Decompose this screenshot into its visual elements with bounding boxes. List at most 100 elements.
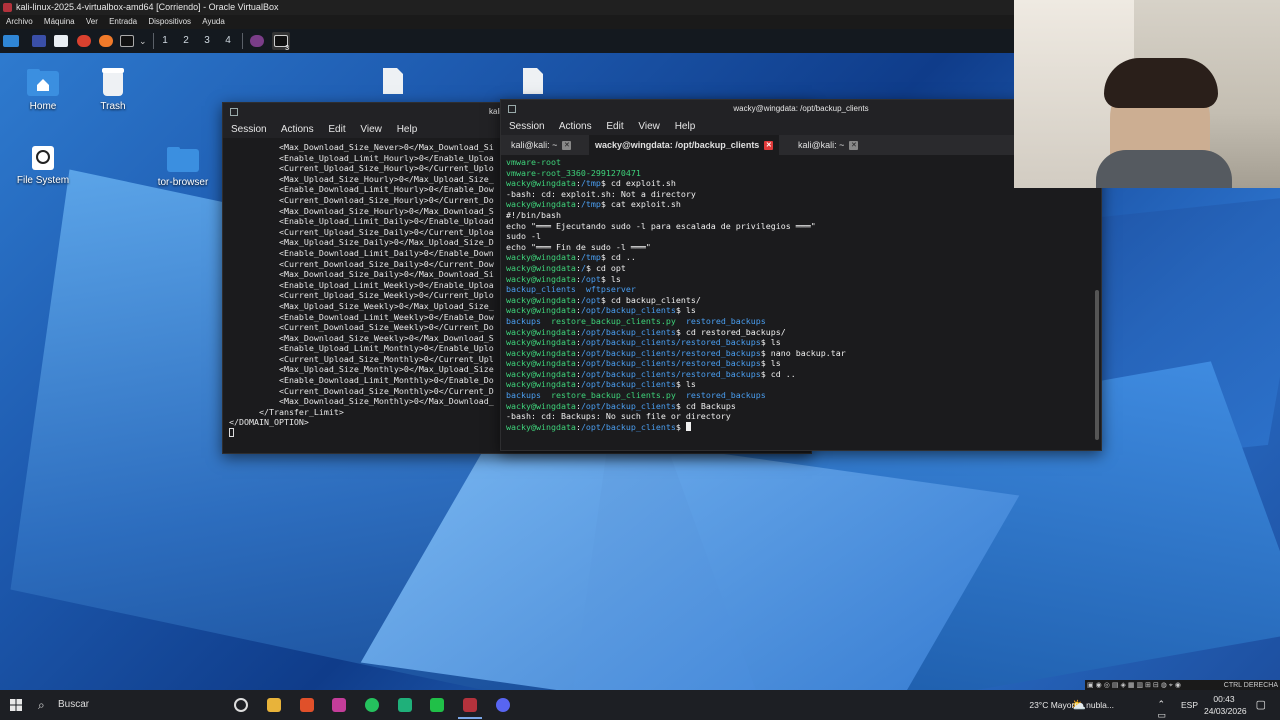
- terminal-line: -bash: cd: Backups: No such file or dire…: [506, 411, 1101, 422]
- tab-label: kali@kali: ~: [511, 140, 558, 150]
- menu-actions[interactable]: Actions: [281, 124, 314, 135]
- workspace-2[interactable]: 2: [177, 32, 195, 50]
- firefox-task-icon[interactable]: [250, 32, 264, 50]
- terminal-line: wacky@wingdata:/opt/backup_clients/resto…: [506, 358, 1101, 369]
- command-text: ls: [610, 273, 621, 284]
- firefox-icon[interactable]: [99, 32, 113, 50]
- terminal-line: wacky@wingdata:/opt/backup_clients$ ls: [506, 305, 1101, 316]
- close-tab-icon[interactable]: ✕: [562, 141, 572, 151]
- prompt-user: wacky@wingdata: [506, 347, 576, 358]
- vbox-menu-ver[interactable]: Ver: [86, 15, 98, 29]
- notification-icon[interactable]: ▢: [1256, 698, 1266, 711]
- vbox-menu-archivo[interactable]: Archivo: [6, 15, 33, 29]
- prompt-symbol: $: [600, 273, 611, 284]
- terminal-output[interactable]: vmware-root vmware-root_3360-2991270471 wa…: [501, 155, 1101, 448]
- prompt-path: /tmp: [580, 178, 601, 189]
- discord-icon[interactable]: [496, 698, 510, 712]
- vbox-menu-maquina[interactable]: Máquina: [44, 15, 75, 29]
- weather-text[interactable]: 23°C Mayorm. nubla...: [1014, 700, 1114, 710]
- vbox-menu-entrada[interactable]: Entrada: [109, 15, 137, 29]
- menu-session[interactable]: Session: [509, 121, 545, 132]
- scrollbar[interactable]: [1095, 290, 1099, 440]
- terminal-titlebar[interactable]: wacky@wingdata: /opt/backup_clients: [501, 100, 1101, 118]
- windows-start-icon[interactable]: [10, 699, 22, 711]
- vbox-menu-dispositivos[interactable]: Dispositivos: [148, 15, 191, 29]
- command-text: cd ..: [770, 368, 796, 379]
- workspace-3[interactable]: 3: [198, 32, 216, 50]
- output-segment: restore_backup_clients.py: [550, 315, 676, 326]
- language-indicator[interactable]: ESP: [1181, 700, 1198, 710]
- cortana-icon[interactable]: [234, 698, 248, 712]
- output-text: backup_clients wftpserver: [506, 284, 636, 295]
- desktop-icon-trash[interactable]: Trash: [76, 67, 150, 112]
- desktop-icon-label: tor-browser: [157, 177, 209, 188]
- prompt-symbol: $: [675, 305, 686, 316]
- workspace-1[interactable]: 1: [156, 32, 174, 50]
- device-status-icons[interactable]: ▣◉◎▤◈▦▥⊞⊟◍⌖◉: [1087, 682, 1183, 689]
- menu-edit[interactable]: Edit: [606, 121, 623, 132]
- desktop-icon-label: Home: [29, 101, 57, 112]
- tab-kali-1[interactable]: kali@kali: ~ ✕: [505, 135, 577, 155]
- prompt-user: wacky@wingdata: [506, 326, 576, 337]
- menu-view[interactable]: View: [638, 121, 660, 132]
- browser-icon[interactable]: [77, 32, 91, 50]
- terminal-line: echo "═══ Ejecutando sudo -l para escala…: [506, 221, 1101, 232]
- vbox-menu-ayuda[interactable]: Ayuda: [202, 15, 225, 29]
- kali-menu-icon[interactable]: [3, 32, 19, 50]
- terminal-line: backup_clients wftpserver: [506, 284, 1101, 295]
- file-icon[interactable]: [522, 67, 544, 95]
- tab-wingdata[interactable]: wacky@wingdata: /opt/backup_clients ✕: [589, 135, 780, 155]
- close-tab-icon[interactable]: ✕: [764, 141, 774, 151]
- workspace-4[interactable]: 4: [219, 32, 237, 50]
- output-text: #!/bin/bash: [506, 209, 561, 220]
- desktop-icon[interactable]: [32, 32, 46, 50]
- prompt-symbol: $: [760, 337, 771, 348]
- chevron-down-icon[interactable]: ⌄: [139, 32, 147, 50]
- prompt-user: wacky@wingdata: [506, 421, 576, 432]
- desktop-icon-tor-browser[interactable]: tor-browser: [146, 145, 220, 188]
- tray-icons[interactable]: ⌃ ▭ ◍ ♪: [1158, 699, 1171, 720]
- prompt-path: /opt/backup_clients/restored_backups: [580, 347, 761, 358]
- window-menu-icon[interactable]: [508, 105, 516, 113]
- menu-view[interactable]: View: [360, 124, 382, 135]
- clock-date[interactable]: 24/03/2026: [1204, 706, 1247, 716]
- file-explorer-icon[interactable]: [267, 698, 281, 712]
- whatsapp-icon[interactable]: [398, 698, 412, 712]
- webcam-overlay: [1014, 0, 1280, 188]
- terminal-line: wacky@wingdata:/opt/backup_clients$ ls: [506, 379, 1101, 390]
- desktop-icon-home[interactable]: Home: [6, 67, 80, 112]
- clock-time[interactable]: 00:43: [1204, 694, 1244, 704]
- prompt-user: wacky@wingdata: [506, 337, 576, 348]
- command-text: ls: [685, 379, 696, 390]
- output-text: -bash: cd: exploit.sh: Not a directory: [506, 188, 696, 199]
- prompt-user: wacky@wingdata: [506, 305, 576, 316]
- camtasia-icon[interactable]: [430, 698, 444, 712]
- menu-session[interactable]: Session: [231, 124, 267, 135]
- brave-icon[interactable]: [300, 698, 314, 712]
- search-input[interactable]: ⌕ Buscar: [28, 693, 218, 717]
- spotify-icon[interactable]: [365, 698, 379, 712]
- prompt-path: /opt/backup_clients: [580, 326, 676, 337]
- instagram-icon[interactable]: [332, 698, 346, 712]
- terminal-window-right[interactable]: wacky@wingdata: /opt/backup_clients Sess…: [500, 99, 1102, 451]
- terminal-task-icon[interactable]: 3: [272, 32, 290, 52]
- window-menu-icon[interactable]: [230, 108, 238, 116]
- menu-edit[interactable]: Edit: [328, 124, 345, 135]
- tab-kali-2[interactable]: kali@kali: ~ ✕: [792, 135, 864, 155]
- prompt-path: /opt/backup_clients/restored_backups: [580, 358, 761, 369]
- file-icon[interactable]: [382, 67, 404, 95]
- menu-help[interactable]: Help: [397, 124, 418, 135]
- prompt-path: /opt/backup_clients: [580, 400, 676, 411]
- close-tab-icon[interactable]: ✕: [849, 141, 859, 151]
- virtualbox-task-icon[interactable]: [463, 698, 477, 712]
- terminal-launcher-icon[interactable]: [120, 32, 134, 50]
- terminal-line: backups restore_backup_clients.py restor…: [506, 390, 1101, 401]
- command-text: ls: [685, 305, 696, 316]
- command-text: cd opt: [595, 262, 626, 273]
- menu-actions[interactable]: Actions: [559, 121, 592, 132]
- terminal-line: wacky@wingdata:/opt$ cd backup_clients/: [506, 295, 1101, 306]
- menu-help[interactable]: Help: [675, 121, 696, 132]
- desktop-icon-filesystem[interactable]: File System: [6, 145, 80, 186]
- file-manager-icon[interactable]: [54, 32, 68, 50]
- prompt-user: wacky@wingdata: [506, 178, 576, 189]
